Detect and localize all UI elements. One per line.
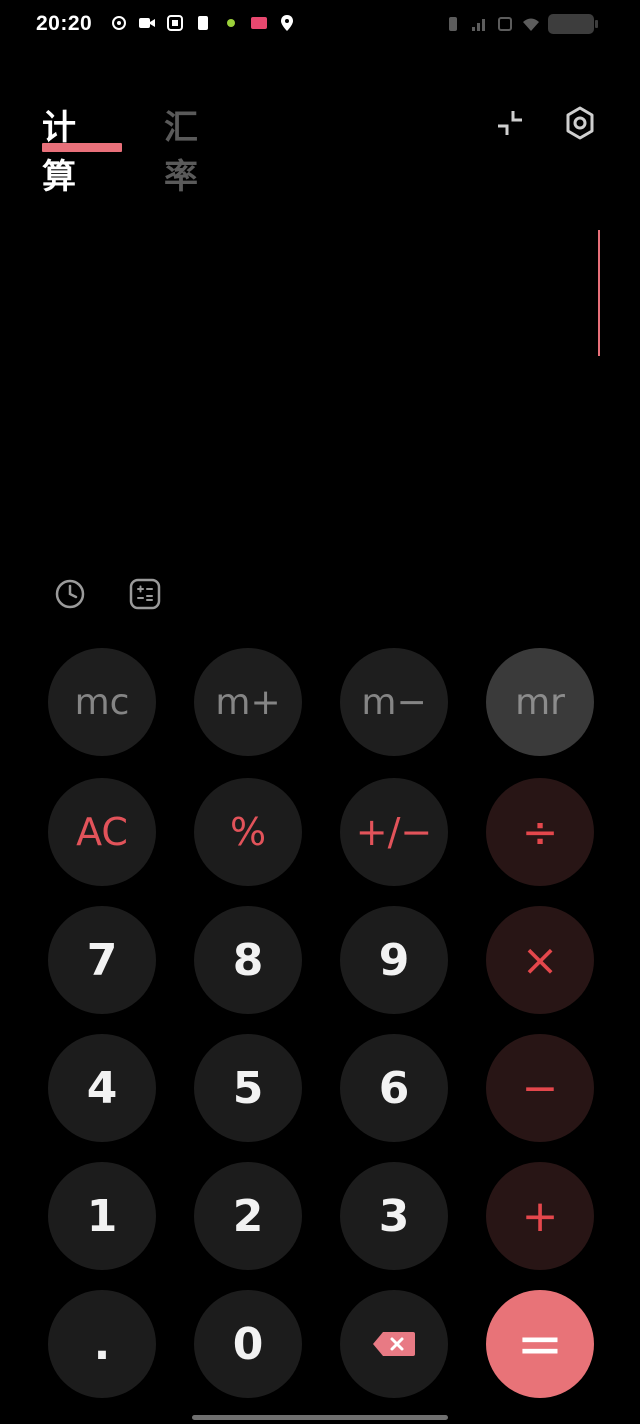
digit-1-button[interactable]: 1 — [48, 1162, 156, 1270]
all-clear-button[interactable]: AC — [48, 778, 156, 886]
decimal-point-button[interactable]: . — [48, 1290, 156, 1398]
wifi-icon — [523, 18, 539, 31]
location-icon — [281, 15, 293, 31]
digit-2-button[interactable]: 2 — [194, 1162, 302, 1270]
status-system-icons — [444, 14, 598, 34]
sim-icon — [198, 16, 208, 30]
history-icon[interactable] — [52, 576, 88, 612]
collapse-icon[interactable] — [492, 105, 528, 141]
digit-8-button[interactable]: 8 — [194, 906, 302, 1014]
backspace-button[interactable] — [340, 1290, 448, 1398]
digit-6-button[interactable]: 6 — [340, 1034, 448, 1142]
minus-button[interactable]: − — [486, 1034, 594, 1142]
status-bar: 20:20 — [0, 0, 640, 50]
home-indicator[interactable] — [192, 1415, 448, 1420]
digit-7-button[interactable]: 7 — [48, 906, 156, 1014]
m-plus-button[interactable]: m+ — [194, 648, 302, 756]
digit-5-button[interactable]: 5 — [194, 1034, 302, 1142]
input-cursor — [598, 230, 600, 356]
video-camera-icon — [139, 18, 155, 28]
digit-0-button[interactable]: 0 — [194, 1290, 302, 1398]
status-time: 20:20 — [36, 12, 93, 35]
digit-3-button[interactable]: 3 — [340, 1162, 448, 1270]
settings-icon[interactable] — [562, 105, 598, 141]
app-notification-icon — [167, 15, 183, 31]
multiply-button[interactable]: × — [486, 906, 594, 1014]
vibrate-icon — [449, 17, 457, 31]
plus-button[interactable]: + — [486, 1162, 594, 1270]
status-notification-icons — [110, 14, 296, 32]
mc-button[interactable]: mc — [48, 648, 156, 756]
m-minus-button[interactable]: m− — [340, 648, 448, 756]
signal-icon — [472, 19, 485, 31]
tab-exchange-rate[interactable]: 汇率 — [164, 100, 200, 198]
digit-9-button[interactable]: 9 — [340, 906, 448, 1014]
active-tab-indicator — [42, 143, 122, 152]
divide-button[interactable]: ÷ — [486, 778, 594, 886]
digit-4-button[interactable]: 4 — [48, 1034, 156, 1142]
battery-icon — [548, 14, 598, 34]
green-dot-icon — [227, 19, 235, 27]
mr-button[interactable]: mr — [486, 648, 594, 756]
percent-button[interactable]: % — [194, 778, 302, 886]
plus-minus-button[interactable]: +/− — [340, 778, 448, 886]
unit-converter-icon[interactable] — [127, 576, 163, 612]
equals-button[interactable]: = — [486, 1290, 594, 1398]
backspace-icon — [373, 1332, 415, 1356]
data-icon — [498, 17, 512, 31]
sync-icon — [112, 16, 126, 30]
app-badge-icon — [251, 17, 267, 29]
